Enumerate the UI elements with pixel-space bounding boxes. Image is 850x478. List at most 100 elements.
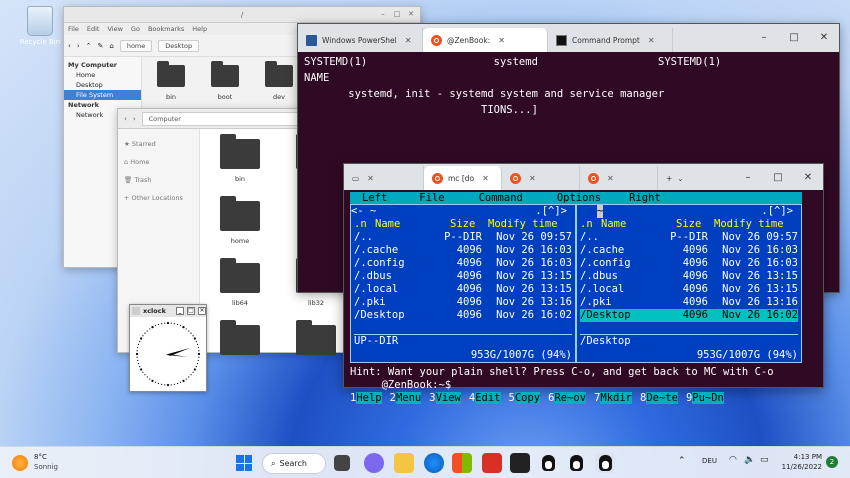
minimize-icon[interactable]: – (749, 24, 779, 52)
folder-item[interactable]: home (218, 196, 262, 245)
linux-app-icon[interactable] (538, 453, 558, 473)
sidebar-item-starred[interactable]: ★ Starred (118, 135, 199, 153)
new-tab-button[interactable]: + ⌄ (658, 166, 704, 190)
folder-item[interactable]: lib64 (218, 258, 262, 307)
task-view-icon[interactable] (334, 455, 350, 471)
breadcrumb-desktop[interactable]: Desktop (158, 39, 200, 52)
close-icon[interactable]: ✕ (809, 24, 839, 52)
menu-go[interactable]: Go (131, 25, 140, 33)
fkey-8-button[interactable]: De~te (646, 392, 678, 404)
tab-terminal-blank[interactable]: ▭ ✕ (344, 166, 424, 190)
file-row[interactable]: /.local 4096 Nov 26 13:15 (354, 283, 572, 296)
file-row[interactable]: /.cache 4096 Nov 26 16:03 (580, 244, 798, 257)
menu-help[interactable]: Help (192, 25, 207, 33)
mc-left-panel[interactable]: <- ~ .[^]> .n Name Size Modify time /.. P--D… (350, 204, 576, 363)
file-row[interactable]: /.pki 4096 Nov 26 13:16 (580, 296, 798, 309)
file-row[interactable]: /.config 4096 Nov 26 16:03 (580, 257, 798, 270)
start-windows-icon[interactable] (234, 453, 254, 473)
sidebar-item-home[interactable]: Home (64, 70, 141, 80)
folder-item[interactable] (294, 320, 338, 361)
fkey-4-button[interactable]: Edit (475, 392, 501, 404)
linux-app-icon-active[interactable] (595, 453, 615, 473)
file-row[interactable]: /.local 4096 Nov 26 13:15 (580, 283, 798, 296)
menu-edit[interactable]: Edit (87, 25, 100, 33)
clock[interactable]: 4:13 PM 11/26/2022 (778, 452, 822, 472)
menu-bookmarks[interactable]: Bookmarks (148, 25, 184, 33)
tab-powershell[interactable]: Windows PowerShel ✕ (298, 28, 423, 52)
close-icon[interactable]: ✕ (198, 307, 206, 315)
back-icon[interactable]: ‹ (68, 42, 71, 50)
fkey-3-button[interactable]: View (435, 392, 461, 404)
close-tab-icon[interactable]: ✕ (529, 174, 536, 183)
chevron-up-icon[interactable]: ⌃ (678, 456, 686, 466)
mc-right-panel[interactable]: ~ .[^]> .n Name Size Modify time /.. P--DIR No… (576, 204, 802, 363)
file-row[interactable]: /.pki 4096 Nov 26 13:16 (354, 296, 572, 309)
file-explorer-icon[interactable] (394, 453, 414, 473)
file-row[interactable]: /.config 4096 Nov 26 16:03 (354, 257, 572, 270)
close-tab-icon[interactable]: ✕ (607, 174, 614, 183)
close-tab-icon[interactable]: ✕ (648, 36, 655, 45)
minimize-icon[interactable]: – (378, 9, 388, 19)
sun-weather-icon[interactable] (12, 455, 28, 471)
home-icon[interactable]: ⌂ (109, 42, 113, 50)
anydesk-icon[interactable] (482, 453, 502, 473)
edit-path-icon[interactable]: ✎ (98, 42, 104, 50)
fkey-2-button[interactable]: Menu (395, 392, 422, 404)
language-indicator[interactable]: DEU (702, 457, 717, 465)
recycle-bin-desktop-icon[interactable]: Recycle Bin (16, 6, 64, 46)
fkey-1-button[interactable]: Help (356, 392, 382, 404)
store-icon[interactable] (452, 453, 472, 473)
maximize-icon[interactable]: □ (187, 307, 195, 315)
forward-icon[interactable]: › (77, 42, 80, 50)
folder-item[interactable]: bin (154, 61, 188, 101)
menu-file[interactable]: File (68, 25, 79, 33)
file-row[interactable]: /.. P--DIR Nov 26 09:57 (580, 231, 798, 244)
chat-icon[interactable] (364, 453, 384, 473)
close-tab-icon[interactable]: ✕ (405, 36, 412, 45)
maximize-icon[interactable]: □ (392, 9, 402, 19)
forward-icon[interactable]: › (133, 115, 136, 123)
up-icon[interactable]: ⌃ (86, 42, 92, 50)
sidebar-item-trash[interactable]: 🗑 Trash (118, 171, 199, 189)
fkey-9-button[interactable]: Pu~Dn (692, 392, 724, 404)
notification-badge[interactable]: 2 (826, 456, 838, 468)
minimize-icon[interactable]: _ (176, 307, 184, 315)
search-box[interactable]: ⌕ Search (262, 453, 326, 474)
window-titlebar[interactable]: / – □ ✕ (64, 7, 420, 23)
linux-app-icon[interactable] (566, 453, 586, 473)
file-row[interactable]: /.. P--DIR Nov 26 09:57 (354, 231, 572, 244)
maximize-icon[interactable]: □ (763, 164, 793, 192)
close-tab-icon[interactable]: ✕ (367, 174, 374, 183)
battery-icon[interactable]: ▭ (760, 455, 769, 465)
file-row[interactable]: /.dbus 4096 Nov 26 13:15 (354, 270, 572, 283)
shell-prompt[interactable]: @ZenBook:~$ (350, 379, 452, 392)
fkey-7-button[interactable]: Mkdir (600, 392, 632, 404)
file-row[interactable]: /.cache 4096 Nov 26 16:03 (354, 244, 572, 257)
tab-zenbook[interactable]: @ZenBook: ✕ (423, 28, 548, 52)
folder-item[interactable]: dev (262, 61, 296, 101)
maximize-icon[interactable]: □ (779, 24, 809, 52)
folder-item[interactable]: boot (208, 61, 242, 101)
sidebar-item-home[interactable]: ⌂ Home (118, 153, 199, 171)
edge-browser-icon[interactable] (424, 453, 444, 473)
fkey-6-button[interactable]: Re~ov (554, 392, 587, 404)
tab-mc[interactable]: mc [do ✕ (424, 166, 502, 190)
sidebar-item-desktop[interactable]: Desktop (64, 80, 141, 90)
minimize-icon[interactable]: – (733, 164, 763, 192)
file-row[interactable]: /Desktop 4096 Nov 26 16:02 (354, 309, 572, 322)
close-tab-icon[interactable]: ✕ (482, 174, 489, 183)
tab-ubuntu-2[interactable]: ✕ (502, 166, 580, 190)
back-icon[interactable]: ‹ (124, 115, 127, 123)
wifi-icon[interactable]: ◠ (729, 455, 737, 465)
tab-command-prompt[interactable]: Command Prompt ✕ (548, 28, 673, 52)
terminal-icon[interactable] (510, 453, 530, 473)
chevron-down-icon[interactable]: ⌄ (677, 174, 683, 183)
close-icon[interactable]: ✕ (406, 9, 416, 19)
folder-item[interactable] (218, 320, 262, 361)
tab-ubuntu-3[interactable]: ✕ (580, 166, 658, 190)
file-row[interactable]: /Desktop 4096 Nov 26 16:02 (580, 309, 798, 322)
volume-icon[interactable]: 🔈 (744, 455, 755, 465)
file-row[interactable]: /.dbus 4096 Nov 26 13:15 (580, 270, 798, 283)
weather-widget[interactable]: 8°C Sonnig (34, 452, 58, 472)
xclock-titlebar[interactable]: xclock _ □ ✕ (130, 305, 206, 317)
